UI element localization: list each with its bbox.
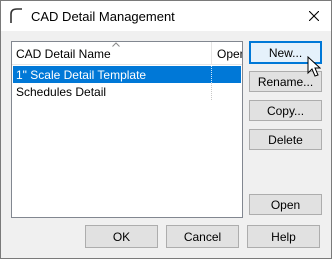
list-item-name: 1" Scale Detail Template [16,68,147,82]
sort-ascending-icon [112,42,120,47]
column-header-open[interactable]: Open [217,47,242,61]
list-item-open [211,83,242,100]
window-title: CAD Detail Management [31,9,175,24]
mouse-pointer-icon [307,56,321,77]
column-header-name[interactable]: CAD Detail Name [16,47,111,61]
help-button[interactable]: Help [247,225,320,248]
cancel-button[interactable]: Cancel [166,225,239,248]
dialog-window: CAD Detail Management CAD Detail Name Op… [0,0,332,259]
cad-detail-list[interactable]: CAD Detail Name Open 1" Scale Detail Tem… [11,41,243,218]
list-item[interactable]: Schedules Detail [13,83,241,100]
list-item[interactable]: 1" Scale Detail Template [13,66,241,83]
copy-button[interactable]: Copy... [249,100,322,121]
list-item-name: Schedules Detail [16,85,107,99]
list-header: CAD Detail Name Open [12,42,242,65]
close-button[interactable] [297,1,331,31]
list-item-open [211,66,242,83]
cad-detail-app-icon [10,8,22,23]
title-bar: CAD Detail Management [1,1,331,31]
open-button[interactable]: Open [249,194,322,215]
delete-button[interactable]: Delete [249,129,322,150]
ok-button[interactable]: OK [85,225,158,248]
close-icon [309,11,319,21]
column-divider[interactable] [211,42,212,64]
